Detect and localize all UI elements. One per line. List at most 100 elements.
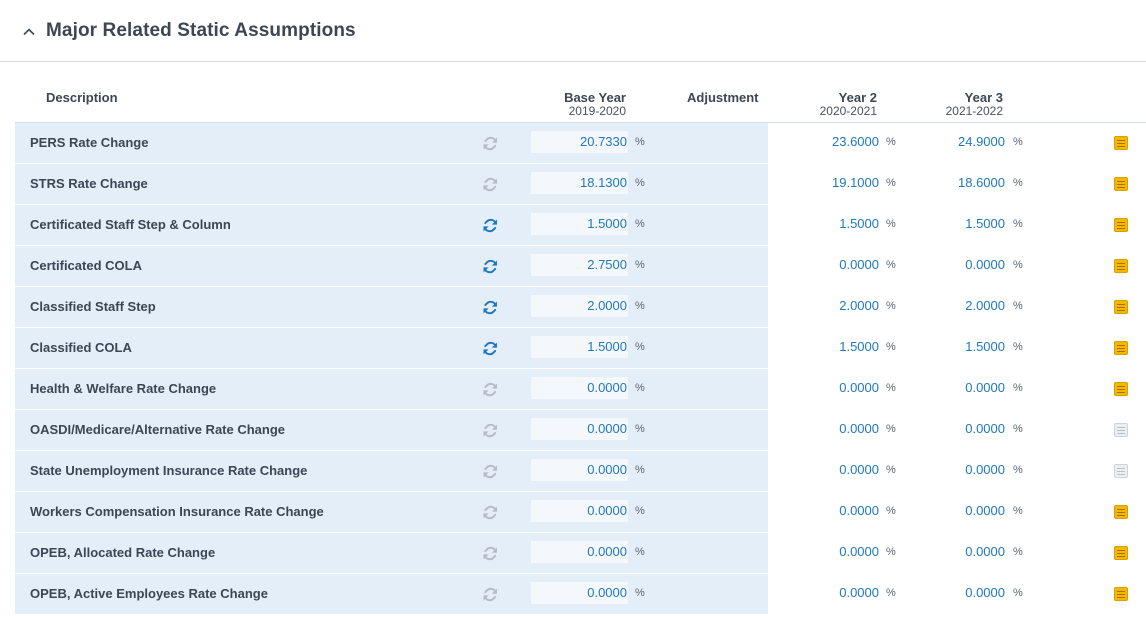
percent-unit: % [635,136,645,148]
base-year-value[interactable]: 0.0000 [531,462,627,477]
row-description: Classified COLA [30,340,132,355]
note-icon[interactable] [1114,177,1128,191]
base-year-value[interactable]: 2.0000 [531,298,627,313]
percent-unit: % [1013,423,1023,435]
section-header: Major Related Static Assumptions [0,0,1146,62]
year3-value[interactable]: 1.5000 [905,339,1005,354]
note-icon[interactable] [1114,218,1128,232]
year3-value[interactable]: 1.5000 [905,216,1005,231]
year2-value[interactable]: 1.5000 [779,216,879,231]
refresh-icon[interactable] [482,545,499,562]
percent-unit: % [635,382,645,394]
table-row: OPEB, Allocated Rate Change 0.0000% 0.0000… [15,533,1146,574]
table-row: OPEB, Active Employees Rate Change 0.0000… [15,574,1146,615]
year2-value[interactable]: 0.0000 [779,585,879,600]
year2-value[interactable]: 0.0000 [779,503,879,518]
percent-unit: % [886,464,896,476]
refresh-icon[interactable] [482,586,499,603]
refresh-icon[interactable] [482,422,499,439]
row-description: OPEB, Allocated Rate Change [30,545,216,560]
refresh-icon[interactable] [482,340,499,357]
year3-value[interactable]: 0.0000 [905,462,1005,477]
refresh-icon[interactable] [482,381,499,398]
note-icon[interactable] [1114,382,1128,396]
year3-value[interactable]: 0.0000 [905,257,1005,272]
percent-unit: % [635,341,645,353]
note-icon[interactable] [1114,587,1128,601]
year3-value[interactable]: 0.0000 [905,503,1005,518]
percent-unit: % [886,546,896,558]
percent-unit: % [1013,177,1023,189]
base-year-value[interactable]: 0.0000 [531,544,627,559]
percent-unit: % [635,177,645,189]
refresh-icon[interactable] [482,463,499,480]
year2-value[interactable]: 1.5000 [779,339,879,354]
year3-value[interactable]: 0.0000 [905,585,1005,600]
percent-unit: % [1013,505,1023,517]
year3-value[interactable]: 2.0000 [905,298,1005,313]
base-year-value[interactable]: 2.7500 [531,257,627,272]
percent-unit: % [886,341,896,353]
row-description: State Unemployment Insurance Rate Change [30,463,308,478]
refresh-icon[interactable] [482,504,499,521]
note-icon[interactable] [1114,546,1128,560]
refresh-icon[interactable] [482,217,499,234]
percent-unit: % [635,259,645,271]
note-icon[interactable] [1114,136,1128,150]
year2-value[interactable]: 0.0000 [779,257,879,272]
base-year-value[interactable]: 18.1300 [531,175,627,190]
base-year-value[interactable]: 0.0000 [531,585,627,600]
year3-value[interactable]: 0.0000 [905,544,1005,559]
year2-value[interactable]: 0.0000 [779,421,879,436]
year3-value[interactable]: 0.0000 [905,380,1005,395]
year2-value[interactable]: 0.0000 [779,380,879,395]
percent-unit: % [635,423,645,435]
base-year-value[interactable]: 1.5000 [531,339,627,354]
percent-unit: % [886,587,896,599]
base-year-value[interactable]: 0.0000 [531,380,627,395]
percent-unit: % [886,177,896,189]
percent-unit: % [635,546,645,558]
year2-value[interactable]: 23.6000 [779,134,879,149]
base-year-value[interactable]: 1.5000 [531,216,627,231]
percent-unit: % [1013,546,1023,558]
note-icon[interactable] [1114,259,1128,273]
refresh-icon[interactable] [482,299,499,316]
table-row: State Unemployment Insurance Rate Change… [15,451,1146,492]
base-year-value[interactable]: 20.7330 [531,134,627,149]
percent-unit: % [1013,382,1023,394]
note-icon[interactable] [1114,341,1128,355]
refresh-icon[interactable] [482,258,499,275]
row-description: Certificated Staff Step & Column [30,217,231,232]
column-header-year3: Year 3 [964,90,1003,105]
year2-value[interactable]: 2.0000 [779,298,879,313]
column-header-description: Description [46,90,118,105]
row-description: PERS Rate Change [30,135,149,150]
note-icon[interactable] [1114,423,1128,437]
year3-value[interactable]: 24.9000 [905,134,1005,149]
percent-unit: % [886,423,896,435]
percent-unit: % [1013,218,1023,230]
note-icon[interactable] [1114,464,1128,478]
refresh-icon[interactable] [482,135,499,152]
year2-value[interactable]: 19.1000 [779,175,879,190]
note-icon[interactable] [1114,505,1128,519]
row-description: Certificated COLA [30,258,142,273]
table-row: STRS Rate Change 18.1300% 19.1000% 18.6000% [15,164,1146,205]
year2-value[interactable]: 0.0000 [779,462,879,477]
refresh-icon[interactable] [482,176,499,193]
percent-unit: % [886,218,896,230]
percent-unit: % [635,218,645,230]
percent-unit: % [1013,341,1023,353]
table-row: Classified Staff Step 2.0000% 2.0000% 2.000… [15,287,1146,328]
percent-unit: % [1013,136,1023,148]
year3-value[interactable]: 18.6000 [905,175,1005,190]
percent-unit: % [1013,300,1023,312]
base-year-value[interactable]: 0.0000 [531,421,627,436]
year3-value[interactable]: 0.0000 [905,421,1005,436]
base-year-value[interactable]: 0.0000 [531,503,627,518]
chevron-up-icon[interactable] [22,25,36,39]
note-icon[interactable] [1114,300,1128,314]
year2-value[interactable]: 0.0000 [779,544,879,559]
percent-unit: % [886,300,896,312]
